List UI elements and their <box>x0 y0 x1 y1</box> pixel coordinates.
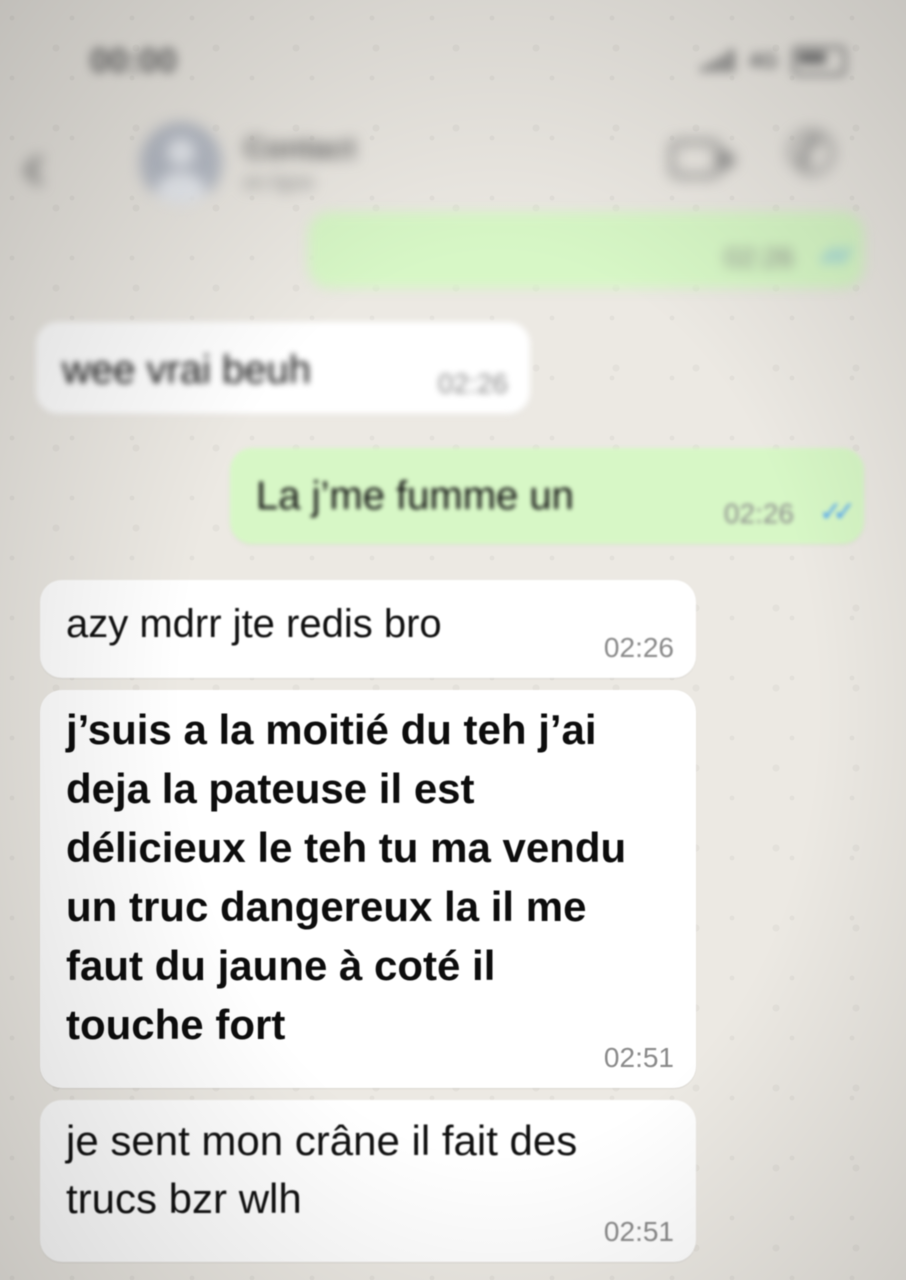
signal-icon <box>700 50 735 72</box>
battery-icon <box>792 46 846 76</box>
message-text: wee vrai beuh <box>62 348 312 392</box>
message-text: La j’me fumme un <box>256 474 574 518</box>
message-bubble-incoming[interactable]: azy mdrr jte redis bro 02:26 <box>40 580 696 678</box>
avatar[interactable] <box>140 122 222 204</box>
status-bar: 00:00 4G <box>0 0 906 110</box>
message-time: 02:26 <box>437 368 508 399</box>
message-text: j’suis a la moitié du teh j’ai deja la p… <box>66 706 627 1048</box>
message-bubble-incoming[interactable]: je sent mon crâne il fait des trucs bzr … <box>40 1100 696 1262</box>
chat-header: ‹ Contact en ligne ✆ <box>0 110 906 220</box>
message-time: 02:26 <box>603 632 674 663</box>
message-time: 02:51 <box>603 1042 674 1073</box>
message-text: azy mdrr jte redis bro <box>66 602 442 646</box>
message-text: je sent mon crâne il fait des trucs bzr … <box>66 1117 578 1222</box>
message-bubble-outgoing[interactable]: 02:26 ✓✓ <box>308 212 864 288</box>
status-icons: 4G <box>700 46 846 76</box>
message-time: 02:26 <box>723 242 794 273</box>
back-icon[interactable]: ‹ <box>22 130 45 200</box>
read-ticks-icon: ✓✓ <box>819 240 856 271</box>
message-bubble-incoming[interactable]: j’suis a la moitié du teh j’ai deja la p… <box>40 690 696 1088</box>
message-bubble-incoming[interactable]: wee vrai beuh 02:26 <box>36 322 530 414</box>
message-time: 02:51 <box>603 1216 674 1247</box>
message-bubble-outgoing[interactable]: La j’me fumme un 02:26 ✓✓ <box>230 448 864 544</box>
phone-call-icon[interactable]: ✆ <box>786 124 836 184</box>
contact-status: en ligne <box>244 172 315 194</box>
contact-name[interactable]: Contact <box>244 132 356 166</box>
status-time: 00:00 <box>90 42 177 80</box>
network-type: 4G <box>748 48 778 73</box>
read-ticks-icon: ✓✓ <box>819 496 856 527</box>
message-time: 02:26 <box>723 498 794 529</box>
video-call-icon[interactable] <box>670 140 736 178</box>
